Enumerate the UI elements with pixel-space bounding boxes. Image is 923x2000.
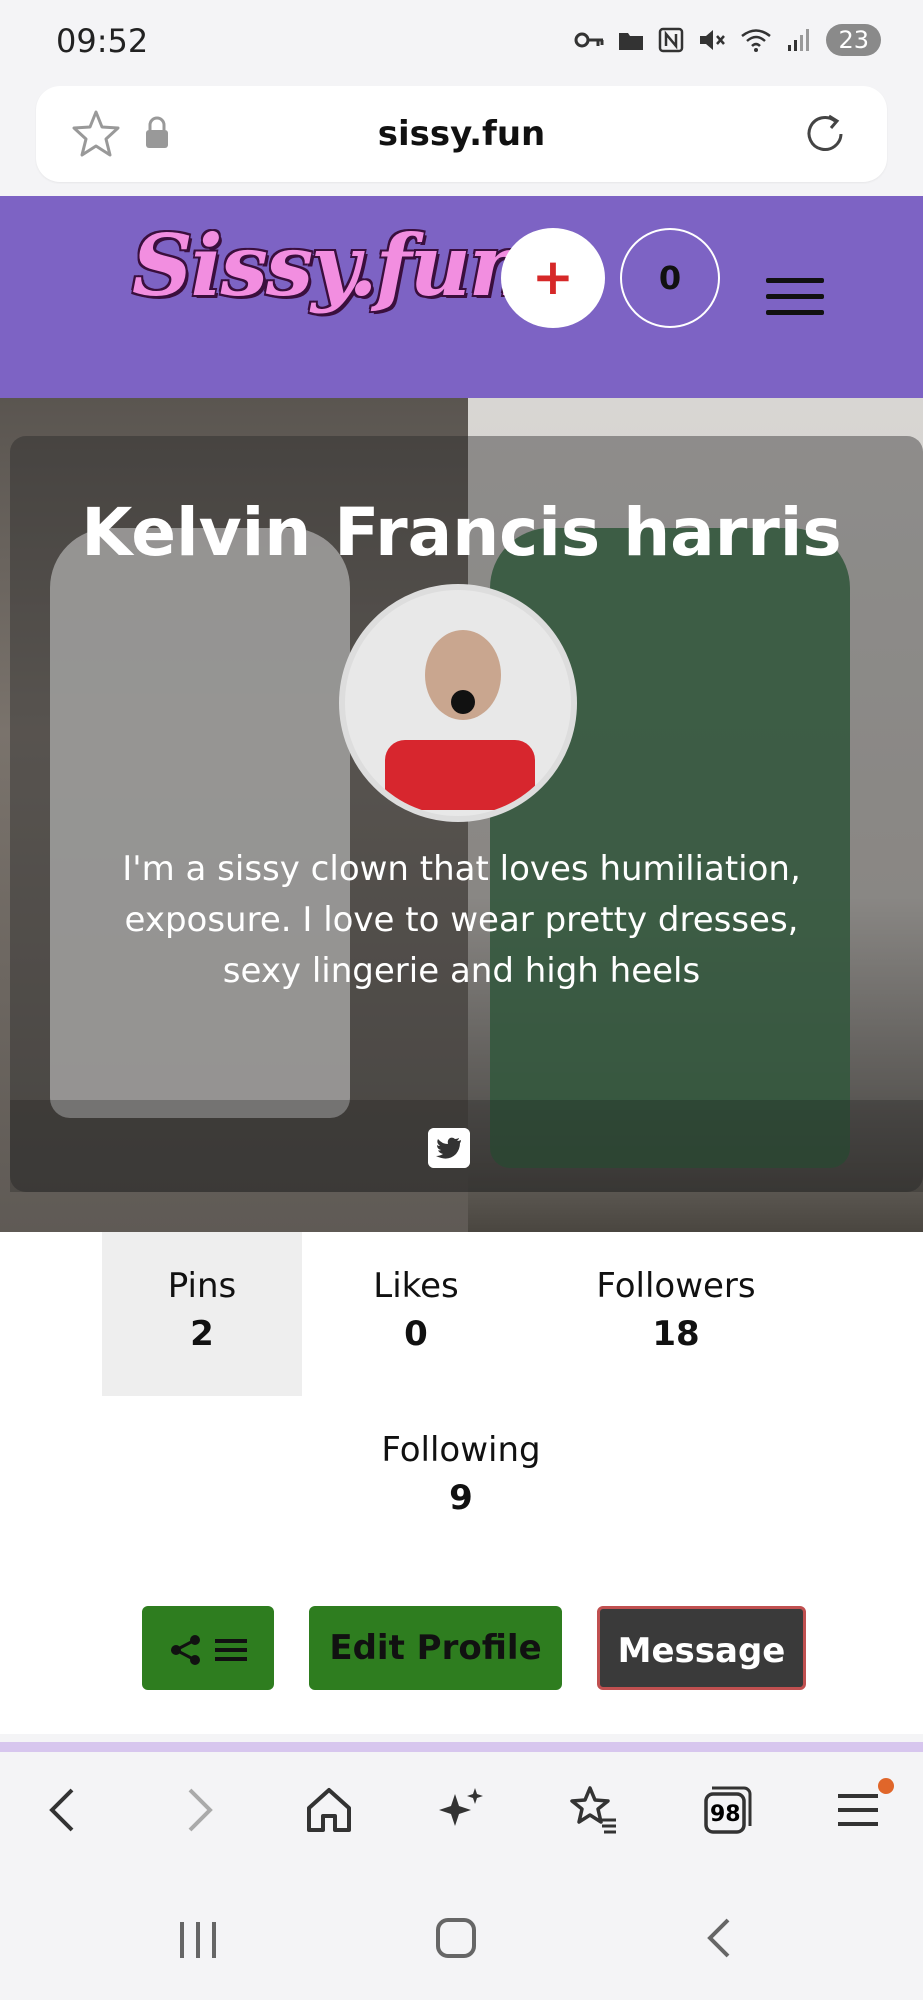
system-nav-bar (0, 1880, 923, 2000)
tabs-count: 98 (710, 1802, 741, 1827)
url-text[interactable]: sissy.fun (36, 114, 887, 154)
status-time: 09:52 (56, 22, 149, 60)
home-icon[interactable] (299, 1780, 359, 1840)
key-icon (574, 32, 604, 48)
nfc-icon (659, 27, 684, 53)
stat-following[interactable]: Following 9 (336, 1430, 586, 1518)
share-icon (171, 1634, 201, 1665)
system-back-icon[interactable] (698, 1916, 742, 1960)
reload-icon[interactable] (799, 108, 851, 160)
folder-icon (619, 33, 644, 50)
mute-icon (700, 30, 726, 50)
bookmarks-icon[interactable] (564, 1780, 624, 1840)
avatar[interactable] (339, 584, 577, 822)
edit-profile-button[interactable]: Edit Profile (309, 1606, 562, 1690)
site-header: Sissy.fun + 0 (0, 196, 923, 398)
share-menu-button[interactable] (142, 1606, 274, 1690)
status-bar: 09:52 23 (0, 0, 923, 84)
stat-followers[interactable]: Followers 18 (566, 1266, 786, 1354)
home-button-icon[interactable] (434, 1916, 478, 1960)
stat-value: 18 (652, 1314, 700, 1354)
sparkle-icon[interactable] (431, 1780, 491, 1840)
tabs-icon[interactable]: 98 (696, 1780, 756, 1840)
divider (0, 1742, 923, 1752)
address-bar[interactable]: sissy.fun (36, 86, 887, 182)
profile-name: Kelvin Francis harris (81, 494, 842, 571)
hamburger-menu-icon[interactable] (766, 278, 824, 326)
add-pin-button[interactable]: + (501, 228, 605, 328)
status-icons: 23 (574, 24, 881, 56)
profile-banner: Kelvin Francis harris I'm a sissy clown … (0, 398, 923, 1232)
stat-likes[interactable]: Likes 0 (316, 1266, 516, 1354)
twitter-icon[interactable] (428, 1128, 470, 1168)
list-icon (214, 1638, 247, 1661)
stat-value: 0 (404, 1314, 428, 1354)
browser-toolbar: 98 (0, 1752, 923, 1880)
notification-dot (878, 1778, 894, 1794)
message-button[interactable]: Message (597, 1606, 806, 1690)
stat-value: 2 (190, 1314, 214, 1354)
stat-label: Following (381, 1430, 541, 1470)
stat-label: Likes (373, 1266, 459, 1306)
stat-value: 9 (449, 1478, 473, 1518)
stat-label: Followers (596, 1266, 756, 1306)
stat-label: Pins (167, 1266, 237, 1306)
profile-stats: Pins 2 Likes 0 Followers 18 Following 9 … (0, 1232, 923, 1734)
stat-pins[interactable]: Pins 2 (102, 1232, 302, 1396)
site-logo[interactable]: Sissy.fun (132, 216, 530, 315)
forward-icon[interactable] (168, 1780, 228, 1840)
profile-bio: I'm a sissy clown that loves humiliation… (122, 849, 801, 991)
wifi-icon (741, 29, 772, 52)
back-icon[interactable] (34, 1780, 94, 1840)
recent-apps-icon[interactable] (176, 1918, 220, 1962)
battery-indicator: 23 (826, 24, 881, 56)
signal-icon (788, 29, 810, 51)
notification-count-button[interactable]: 0 (620, 228, 720, 328)
